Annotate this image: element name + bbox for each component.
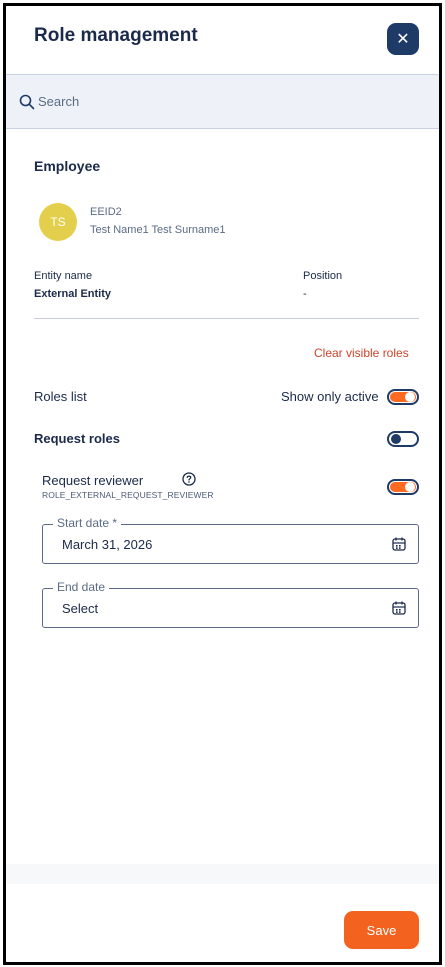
role-item-toggle[interactable] <box>387 479 419 495</box>
page-title: Role management <box>34 25 198 46</box>
show-only-active-toggle[interactable] <box>387 389 419 405</box>
close-button[interactable]: ✕ <box>387 23 419 55</box>
end-date-value: Select <box>62 601 99 616</box>
close-icon: ✕ <box>396 31 410 48</box>
end-date-field[interactable]: End date Select <box>42 580 419 628</box>
calendar-icon[interactable] <box>391 600 407 616</box>
search-input[interactable]: Search <box>38 94 79 109</box>
avatar: TS <box>39 203 77 241</box>
clear-visible-roles-link[interactable]: Clear visible roles <box>314 346 409 360</box>
roles-list-label: Roles list <box>34 389 87 404</box>
position-value: - <box>303 288 307 300</box>
end-date-label: End date <box>53 580 110 594</box>
request-roles-label: Request roles <box>34 431 120 446</box>
toggle-knob <box>405 392 415 402</box>
divider <box>34 318 419 319</box>
toggle-knob <box>391 434 401 444</box>
role-management-panel: Role management ✕ Search Employee TS EEI… <box>3 3 442 965</box>
search-bar[interactable]: Search <box>6 74 439 129</box>
show-only-active-label: Show only active <box>281 389 379 404</box>
employee-name: Test Name1 Test Surname1 <box>90 224 226 236</box>
toggle-knob <box>405 482 415 492</box>
role-item-code: ROLE_EXTERNAL_REQUEST_REVIEWER <box>42 490 214 500</box>
start-date-value: March 31, 2026 <box>62 537 153 552</box>
employee-id: EEID2 <box>90 206 122 218</box>
entity-name-value: External Entity <box>34 288 112 300</box>
start-date-label: Start date * <box>53 516 122 530</box>
help-icon[interactable] <box>182 472 196 486</box>
panel-content: Role management ✕ Search Employee TS EEI… <box>6 6 439 962</box>
start-date-field[interactable]: Start date * March 31, 2026 <box>42 516 419 564</box>
entity-name-label: Entity name <box>34 270 93 282</box>
calendar-icon[interactable] <box>391 536 407 552</box>
avatar-initials: TS <box>50 215 66 229</box>
footer-divider <box>6 864 439 884</box>
request-roles-toggle[interactable] <box>387 431 419 447</box>
position-label: Position <box>303 270 343 282</box>
search-icon <box>19 94 35 110</box>
save-button[interactable]: Save <box>344 911 419 949</box>
employee-section-title: Employee <box>34 158 101 174</box>
role-item-label: Request reviewer <box>42 473 144 488</box>
panel-header: Role management ✕ <box>6 6 439 74</box>
